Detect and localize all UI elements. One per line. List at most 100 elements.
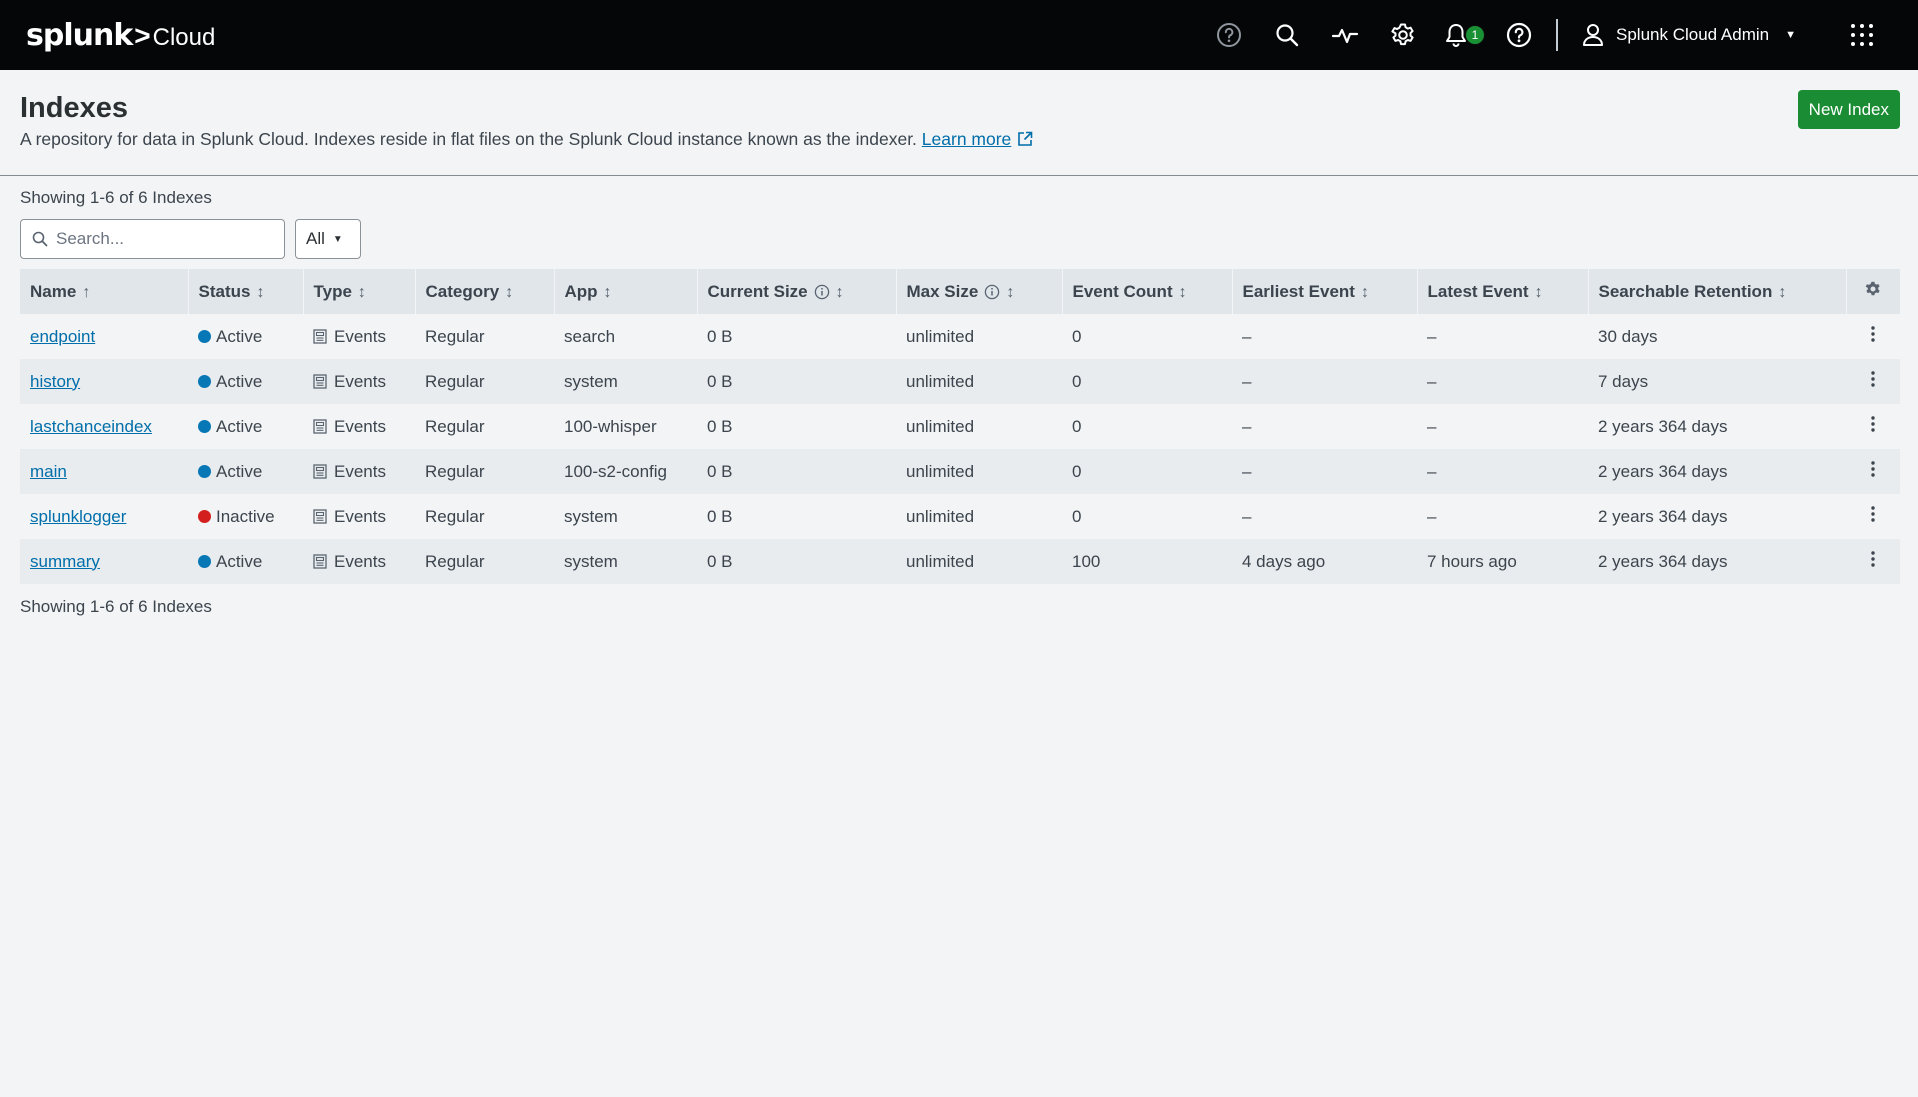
column-header-label: Current Size	[707, 281, 808, 301]
cell-current-size: 0 B	[707, 551, 733, 571]
column-header-category[interactable]: Category ↕	[415, 269, 555, 314]
cell-event-count: 0	[1072, 461, 1082, 481]
sort-icon: ↕	[603, 283, 612, 301]
events-icon	[313, 463, 327, 479]
column-header-event-count[interactable]: Event Count ↕	[1062, 269, 1233, 314]
column-header-type[interactable]: Type ↕	[303, 269, 416, 314]
column-header-label: Latest Event	[1427, 281, 1529, 301]
cell-earliest-event: –	[1242, 371, 1252, 391]
page-header: Indexes A repository for data in Splunk …	[0, 70, 1918, 176]
cell-event-count: 0	[1072, 326, 1082, 346]
table-row: main Active Events Regular 100-s2-config 0 B u…	[20, 449, 1900, 494]
notification-count-badge: 1	[1465, 25, 1486, 45]
events-icon	[313, 373, 327, 389]
status-dot	[198, 329, 211, 343]
row-actions-button[interactable]	[1846, 449, 1900, 494]
showing-count-top: Showing 1-6 of 6 Indexes	[20, 188, 212, 207]
cell-app: 100-s2-config	[564, 461, 668, 481]
cell-max-size: unlimited	[906, 326, 975, 346]
sort-icon: ↕	[505, 283, 514, 301]
gear-icon	[1865, 281, 1880, 296]
search-input[interactable]	[56, 229, 256, 249]
index-name-link[interactable]: lastchanceindex	[30, 417, 152, 436]
status-dot	[198, 509, 211, 523]
sort-icon: ↕	[1360, 283, 1369, 301]
top-navigation-bar: splunk > Cloud 1 Splunk Cloud Admin ▼	[0, 0, 1918, 70]
column-header-label: Event Count	[1072, 281, 1173, 301]
column-header-label: Category	[425, 281, 500, 301]
cell-latest-event: –	[1427, 416, 1437, 436]
sort-icon: ↕	[1778, 283, 1787, 301]
gear-icon[interactable]	[1374, 0, 1432, 70]
cell-app: system	[564, 506, 618, 526]
index-name-link[interactable]: main	[30, 462, 67, 481]
kebab-icon	[1871, 415, 1875, 432]
table-body: endpoint Active Events Regular search 0 B unli…	[20, 314, 1900, 584]
cell-status: Active	[188, 404, 303, 449]
learn-more-link[interactable]: Learn more	[922, 129, 1012, 149]
column-header-latest-event[interactable]: Latest Event ↕	[1417, 269, 1589, 314]
table-settings-button[interactable]	[1846, 269, 1900, 314]
activity-icon[interactable]	[1316, 0, 1374, 70]
status-text: Active	[216, 461, 263, 481]
status-text: Active	[216, 416, 263, 436]
external-link-icon	[1018, 131, 1033, 146]
events-icon	[313, 553, 327, 569]
cell-event-count: 0	[1072, 371, 1082, 391]
kebab-icon	[1871, 550, 1875, 567]
grid-icon[interactable]	[1832, 0, 1892, 70]
row-actions-button[interactable]	[1846, 539, 1900, 584]
help-circle-icon[interactable]	[1200, 0, 1258, 70]
user-menu[interactable]: Splunk Cloud Admin ▼	[1572, 0, 1806, 70]
help-icon[interactable]	[1490, 0, 1548, 70]
index-name-link[interactable]: endpoint	[30, 327, 95, 346]
column-header-current-size[interactable]: Current Size ↕	[697, 269, 897, 314]
cell-event-count: 0	[1072, 416, 1082, 436]
column-header-earliest-event[interactable]: Earliest Event ↕	[1232, 269, 1418, 314]
cell-type: Events	[303, 314, 415, 359]
info-icon[interactable]	[814, 284, 830, 300]
cell-category: Regular	[425, 416, 485, 436]
cell-max-size: unlimited	[906, 551, 975, 571]
info-icon[interactable]	[984, 284, 1000, 300]
type-filter-dropdown[interactable]: All ▼	[295, 219, 361, 259]
user-name: Splunk Cloud Admin	[1616, 25, 1770, 44]
index-name-link[interactable]: history	[30, 372, 80, 391]
column-header-searchable-retention[interactable]: Searchable Retention ↕	[1588, 269, 1847, 314]
cell-status: Active	[188, 314, 303, 359]
search-box[interactable]	[20, 219, 285, 259]
column-header-name[interactable]: Name ↑	[20, 269, 189, 314]
index-name-link[interactable]: splunklogger	[30, 507, 126, 526]
status-text: Active	[216, 371, 263, 391]
row-actions-button[interactable]	[1846, 314, 1900, 359]
cell-max-size: unlimited	[906, 461, 975, 481]
cell-category: Regular	[425, 371, 485, 391]
sort-icon: ↕	[1534, 283, 1543, 301]
bell-icon[interactable]: 1	[1432, 0, 1490, 70]
indexes-table: Name ↑ Status ↕ Type ↕ Category ↕ App ↕ Curre…	[20, 269, 1900, 584]
cell-searchable-retention: 2 years 364 days	[1598, 416, 1728, 436]
row-actions-button[interactable]	[1846, 404, 1900, 449]
cell-searchable-retention: 30 days	[1598, 326, 1658, 346]
column-header-status[interactable]: Status ↕	[188, 269, 304, 314]
type-text: Events	[334, 326, 386, 346]
cell-type: Events	[303, 494, 415, 539]
column-header-app[interactable]: App ↕	[554, 269, 698, 314]
column-header-label: Name	[30, 281, 77, 301]
index-name-link[interactable]: summary	[30, 552, 100, 571]
sort-icon: ↕	[357, 283, 366, 301]
row-actions-button[interactable]	[1846, 494, 1900, 539]
cell-earliest-event: –	[1242, 416, 1252, 436]
search-icon[interactable]	[1258, 0, 1316, 70]
filter-toolbar: All ▼	[20, 219, 1900, 259]
events-icon	[313, 508, 327, 524]
cell-searchable-retention: 2 years 364 days	[1598, 551, 1728, 571]
new-index-button[interactable]: New Index	[1797, 90, 1900, 129]
cell-app: 100-whisper	[564, 416, 657, 436]
table-row: splunklogger Inactive Events Regular system 0…	[20, 494, 1900, 539]
splunk-cloud-logo[interactable]: splunk > Cloud	[26, 18, 215, 53]
column-header-max-size[interactable]: Max Size ↕	[896, 269, 1063, 314]
cell-category: Regular	[425, 461, 485, 481]
row-actions-button[interactable]	[1846, 359, 1900, 404]
cell-name: main	[20, 449, 188, 494]
